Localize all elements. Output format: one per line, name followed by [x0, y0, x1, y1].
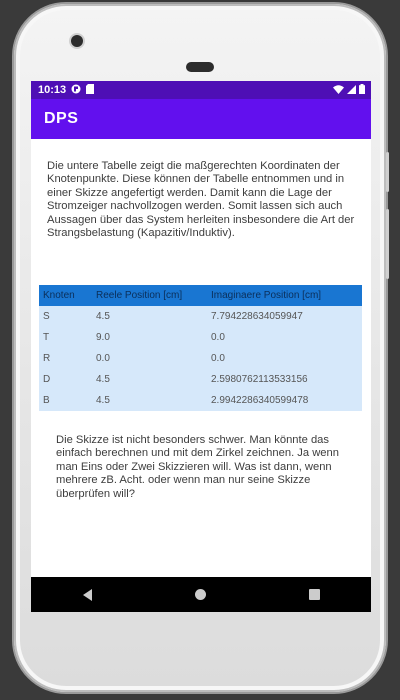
recents-icon — [308, 589, 320, 600]
app-notification-icon — [71, 84, 81, 97]
earpiece-speaker — [186, 62, 214, 72]
cell-real: 0.0 — [92, 348, 207, 369]
column-header-knoten: Knoten — [39, 285, 92, 306]
column-header-imaginary: Imaginaere Position [cm] — [207, 285, 362, 306]
cell-real: 4.5 — [92, 306, 207, 327]
status-time: 10:13 — [38, 84, 67, 96]
cell-real: 4.5 — [92, 390, 207, 411]
navigation-bar — [31, 577, 371, 612]
cell-imaginary: 0.0 — [207, 327, 362, 348]
cell-knoten: S — [39, 306, 92, 327]
screen: 10:13 DPS Die untere Tabelle zeigt die m… — [31, 81, 371, 612]
cell-imaginary: 2.9942286340599478 — [207, 390, 362, 411]
table-header-row: Knoten Reele Position [cm] Imaginaere Po… — [39, 285, 362, 306]
nav-back-button[interactable] — [58, 580, 118, 610]
wifi-icon — [333, 84, 344, 97]
volume-button — [386, 209, 389, 279]
signal-icon — [347, 84, 356, 97]
front-camera — [71, 35, 83, 47]
table-row: R 0.0 0.0 — [39, 348, 362, 369]
outro-text: Die Skizze ist nicht besonders schwer. M… — [56, 434, 339, 500]
cell-knoten: D — [39, 369, 92, 390]
power-button — [386, 152, 389, 192]
back-icon — [83, 588, 93, 601]
table-row: D 4.5 2.5980762113533156 — [39, 369, 362, 390]
cell-knoten: B — [39, 390, 92, 411]
status-bar: 10:13 — [31, 81, 371, 99]
sd-card-icon — [86, 83, 95, 97]
cell-real: 4.5 — [92, 369, 207, 390]
app-bar: DPS — [31, 99, 371, 139]
cell-imaginary: 2.5980762113533156 — [207, 369, 362, 390]
column-header-real: Reele Position [cm] — [92, 285, 207, 306]
intro-text: Die untere Tabelle zeigt die maßgerechte… — [47, 160, 355, 240]
app-title: DPS — [44, 110, 79, 127]
home-icon — [195, 589, 207, 600]
nav-home-button[interactable] — [171, 580, 231, 610]
table-row: S 4.5 7.794228634059947 — [39, 306, 362, 327]
cell-imaginary: 7.794228634059947 — [207, 306, 362, 327]
cell-imaginary: 0.0 — [207, 348, 362, 369]
cell-real: 9.0 — [92, 327, 207, 348]
table-row: B 4.5 2.9942286340599478 — [39, 390, 362, 411]
cell-knoten: R — [39, 348, 92, 369]
nav-recents-button[interactable] — [284, 580, 344, 610]
coordinates-table: Knoten Reele Position [cm] Imaginaere Po… — [39, 285, 362, 411]
table-row: T 9.0 0.0 — [39, 327, 362, 348]
battery-icon — [359, 84, 365, 97]
cell-knoten: T — [39, 327, 92, 348]
